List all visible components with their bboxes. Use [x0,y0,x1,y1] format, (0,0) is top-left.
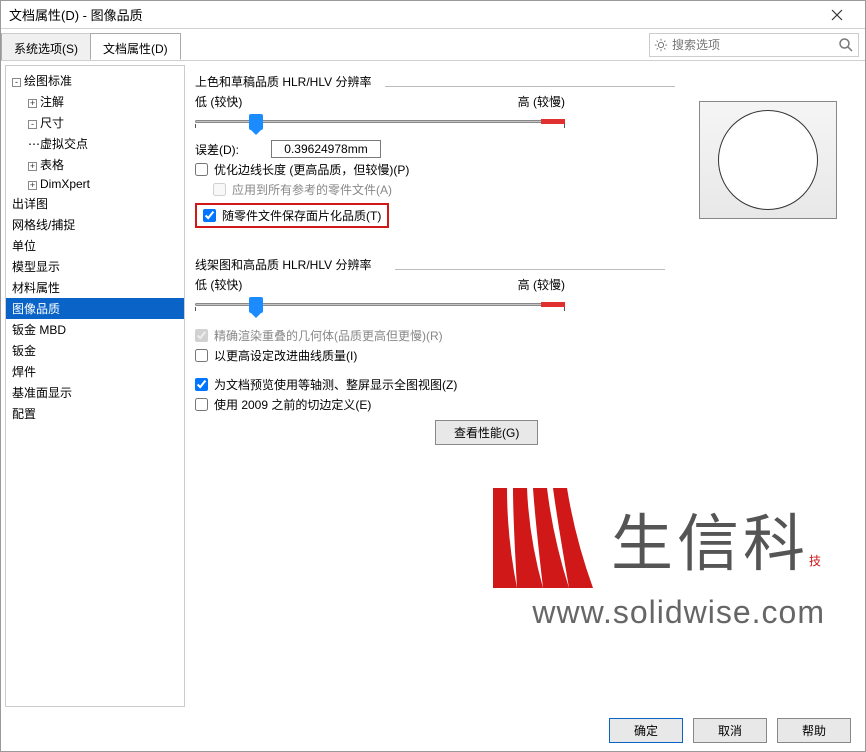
tree-item[interactable]: 单位 [6,235,184,256]
section2-title: 线架图和高品质 HLR/HLV 分辨率 [195,256,845,273]
higher-curve-label: 以更高设定改进曲线质量(I) [214,347,357,364]
tree-item[interactable]: 材料属性 [6,277,184,298]
iso-preview-checkbox[interactable] [195,378,208,391]
preview-circle [718,110,818,210]
close-icon [831,9,843,21]
tree-item[interactable]: 图像品质 [6,298,184,319]
help-button[interactable]: 帮助 [777,718,851,743]
deviation-input[interactable] [271,140,381,158]
preview-pane [699,101,837,219]
tree-item[interactable]: 钣金 MBD [6,319,184,340]
gear-icon [654,38,668,52]
watermark-cn: 生信科技 [611,493,825,583]
slider1-low: 低 (较快) [195,93,242,110]
tab-system-options[interactable]: 系统选项(S) [1,33,91,60]
slider2-high: 高 (较慢) [518,276,565,293]
pre2009-checkbox[interactable] [195,398,208,411]
search-input[interactable] [672,38,834,52]
tree-item[interactable]: -绘图标准 [6,70,184,91]
content: -绘图标准+注解-尺寸⋯虚拟交点+表格+DimXpert出详图网格线/捕捉单位模… [1,61,865,711]
deviation-label: 误差(D): [195,141,239,158]
footer-buttons: 确定 取消 帮助 [609,718,851,743]
category-tree[interactable]: -绘图标准+注解-尺寸⋯虚拟交点+表格+DimXpert出详图网格线/捕捉单位模… [5,65,185,707]
accurate-render-label: 精确渲染重叠的几何体(品质更高但更慢)(R) [214,327,443,344]
slider1[interactable] [195,112,565,132]
slider2[interactable] [195,295,565,315]
cancel-button[interactable]: 取消 [693,718,767,743]
separator [385,86,675,87]
ok-button[interactable]: 确定 [609,718,683,743]
search-icon [838,37,854,53]
apply-all-label: 应用到所有参考的零件文件(A) [232,181,392,198]
search-box[interactable] [649,33,859,57]
tree-item[interactable]: +注解 [6,91,184,112]
pre2009-label: 使用 2009 之前的切边定义(E) [214,396,371,413]
save-tessellation-label: 随零件文件保存面片化品质(T) [222,207,381,224]
titlebar: 文档属性(D) - 图像品质 [1,1,865,29]
view-performance-button[interactable]: 查看性能(G) [435,420,538,445]
tabs: 系统选项(S) 文档属性(D) [1,29,180,60]
toolbar: 系统选项(S) 文档属性(D) [1,29,865,61]
slider1-high: 高 (较慢) [518,93,565,110]
tree-item[interactable]: ⋯虚拟交点 [6,133,184,154]
tree-item[interactable]: 出详图 [6,193,184,214]
optimize-edge-checkbox[interactable] [195,163,208,176]
logo-icon [483,488,593,588]
tree-item[interactable]: 模型显示 [6,256,184,277]
optimize-edge-label: 优化边线长度 (更高品质，但较慢)(P) [214,161,409,178]
main-panel: 上色和草稿品质 HLR/HLV 分辨率 低 (较快) 高 (较慢) 误差(D):… [189,61,865,711]
window-title: 文档属性(D) - 图像品质 [9,5,817,24]
slider2-low: 低 (较快) [195,276,242,293]
tree-item[interactable]: +DimXpert [6,175,184,193]
tree-item[interactable]: 钣金 [6,340,184,361]
separator2 [395,269,665,270]
tree-item[interactable]: -尺寸 [6,112,184,133]
accurate-render-checkbox [195,329,208,342]
iso-preview-label: 为文档预览使用等轴测、整屏显示全图视图(Z) [214,376,457,393]
apply-all-checkbox [213,183,226,196]
tree-item[interactable]: 配置 [6,403,184,424]
tree-item[interactable]: +表格 [6,154,184,175]
watermark-url: www.solidwise.com [483,594,825,631]
higher-curve-checkbox[interactable] [195,349,208,362]
save-tessellation-checkbox[interactable] [203,209,216,222]
watermark: 生信科技 www.solidwise.com [483,488,825,631]
tree-item[interactable]: 基准面显示 [6,382,184,403]
tree-item[interactable]: 焊件 [6,361,184,382]
tab-document-properties[interactable]: 文档属性(D) [90,33,181,60]
section1-title: 上色和草稿品质 HLR/HLV 分辨率 [195,73,845,90]
close-button[interactable] [817,1,857,29]
highlighted-option: 随零件文件保存面片化品质(T) [195,203,389,228]
tree-item[interactable]: 网格线/捕捉 [6,214,184,235]
